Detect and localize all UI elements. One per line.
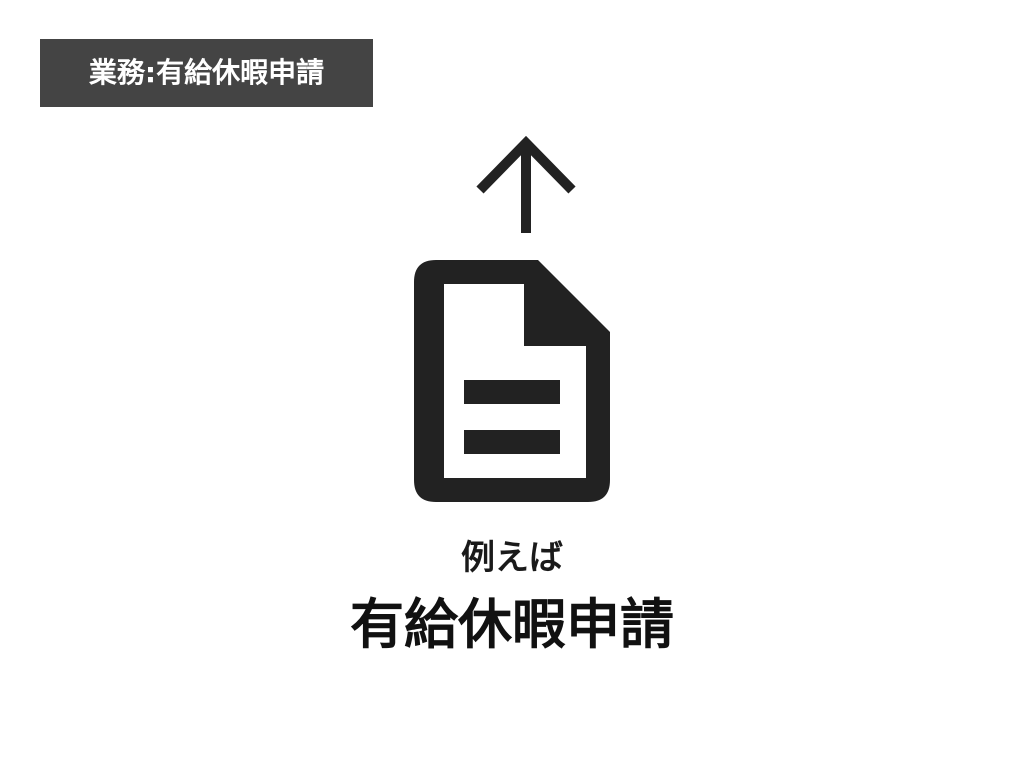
caption-main: 有給休暇申請	[350, 593, 674, 656]
caption-lead: 例えば	[461, 538, 563, 578]
slide: 業務:有給休暇申請 例えば 有給休暇申請	[0, 0, 1024, 768]
arrow-up-icon	[476, 135, 576, 233]
document-icon	[414, 260, 610, 502]
category-tag: 業務:有給休暇申請	[40, 39, 373, 107]
